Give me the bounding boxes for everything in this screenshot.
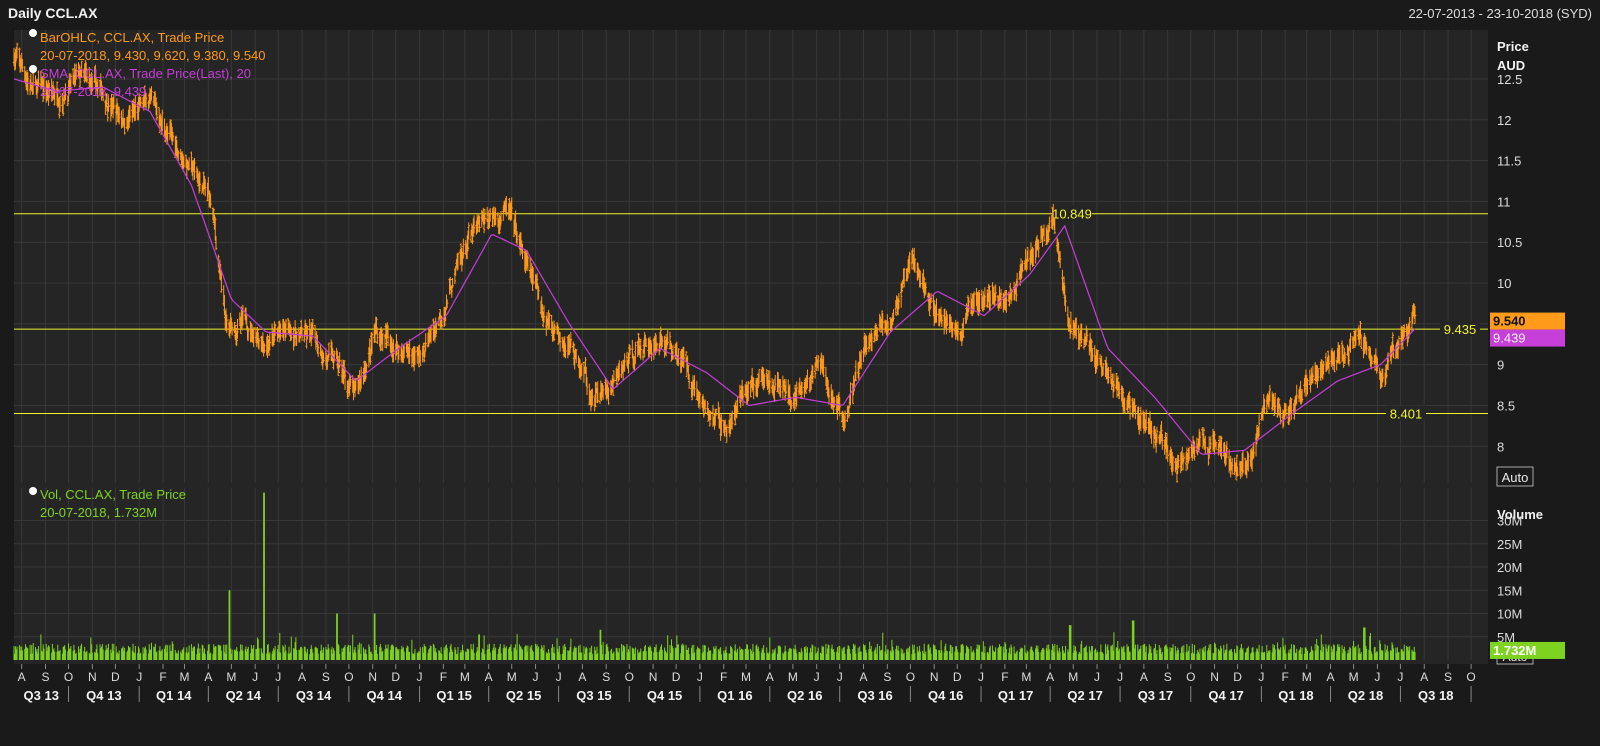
- date-range: 22-07-2013 - 23-10-2018 (SYD): [1408, 6, 1592, 21]
- price-tick-label: 11: [1497, 194, 1511, 209]
- chart-canvas: Daily CCL.AX 22-07-2013 - 23-10-2018 (SY…: [0, 0, 1600, 741]
- price-panel[interactable]: 10.849 9.435 8.401 Price AUD 12.5 12 11.5 11 1…: [13, 29, 1565, 493]
- price-axis-title: Price: [1497, 39, 1529, 54]
- price-tick-label: 8.5: [1497, 398, 1515, 413]
- price-tick-label: 11.5: [1497, 154, 1521, 169]
- price-legend-toggle-icon[interactable]: [29, 29, 37, 37]
- chart-window: Daily CCL.AX 22-07-2013 - 23-10-2018 (SY…: [0, 0, 1600, 741]
- level-label: 8.401: [1390, 407, 1423, 422]
- sma-legend-values: 20-07-2018, 9.439: [40, 84, 146, 99]
- price-tick-label: 9: [1497, 358, 1504, 373]
- volume-plot-area[interactable]: [14, 488, 1488, 664]
- price-legend-title: BarOHLC, CCL.AX, Trade Price: [40, 30, 224, 45]
- price-auto-label[interactable]: Auto: [1502, 470, 1529, 485]
- level-label: 10.849: [1052, 207, 1092, 222]
- level-label: 9.435: [1444, 322, 1477, 337]
- price-tick-label: 10.5: [1497, 235, 1522, 250]
- price-tick-label: 12: [1497, 113, 1511, 128]
- chart-title: Daily CCL.AX: [8, 5, 98, 21]
- price-tick-label: 10: [1497, 276, 1511, 291]
- sma-legend-title: SMA, CCL.AX, Trade Price(Last), 20: [40, 66, 251, 81]
- sma-legend-toggle-icon[interactable]: [29, 65, 37, 73]
- last-value-text: 9.439: [1493, 331, 1526, 346]
- price-tick-label: 8: [1497, 439, 1504, 454]
- price-auto-button[interactable]: Auto: [1497, 467, 1533, 486]
- price-plot-area[interactable]: [14, 30, 1488, 493]
- last-value-text: 9.540: [1493, 314, 1526, 329]
- volume-panel[interactable]: Volume 30M25M20M15M10M5M Auto 1.732M Vol…: [14, 487, 1565, 664]
- price-tick-label: 12.5: [1497, 72, 1522, 87]
- price-axis-unit: AUD: [1497, 58, 1525, 73]
- price-last-value-labels: 9.540 9.439: [1490, 313, 1565, 347]
- price-legend-values: 20-07-2018, 9.430, 9.620, 9.380, 9.540: [40, 48, 266, 63]
